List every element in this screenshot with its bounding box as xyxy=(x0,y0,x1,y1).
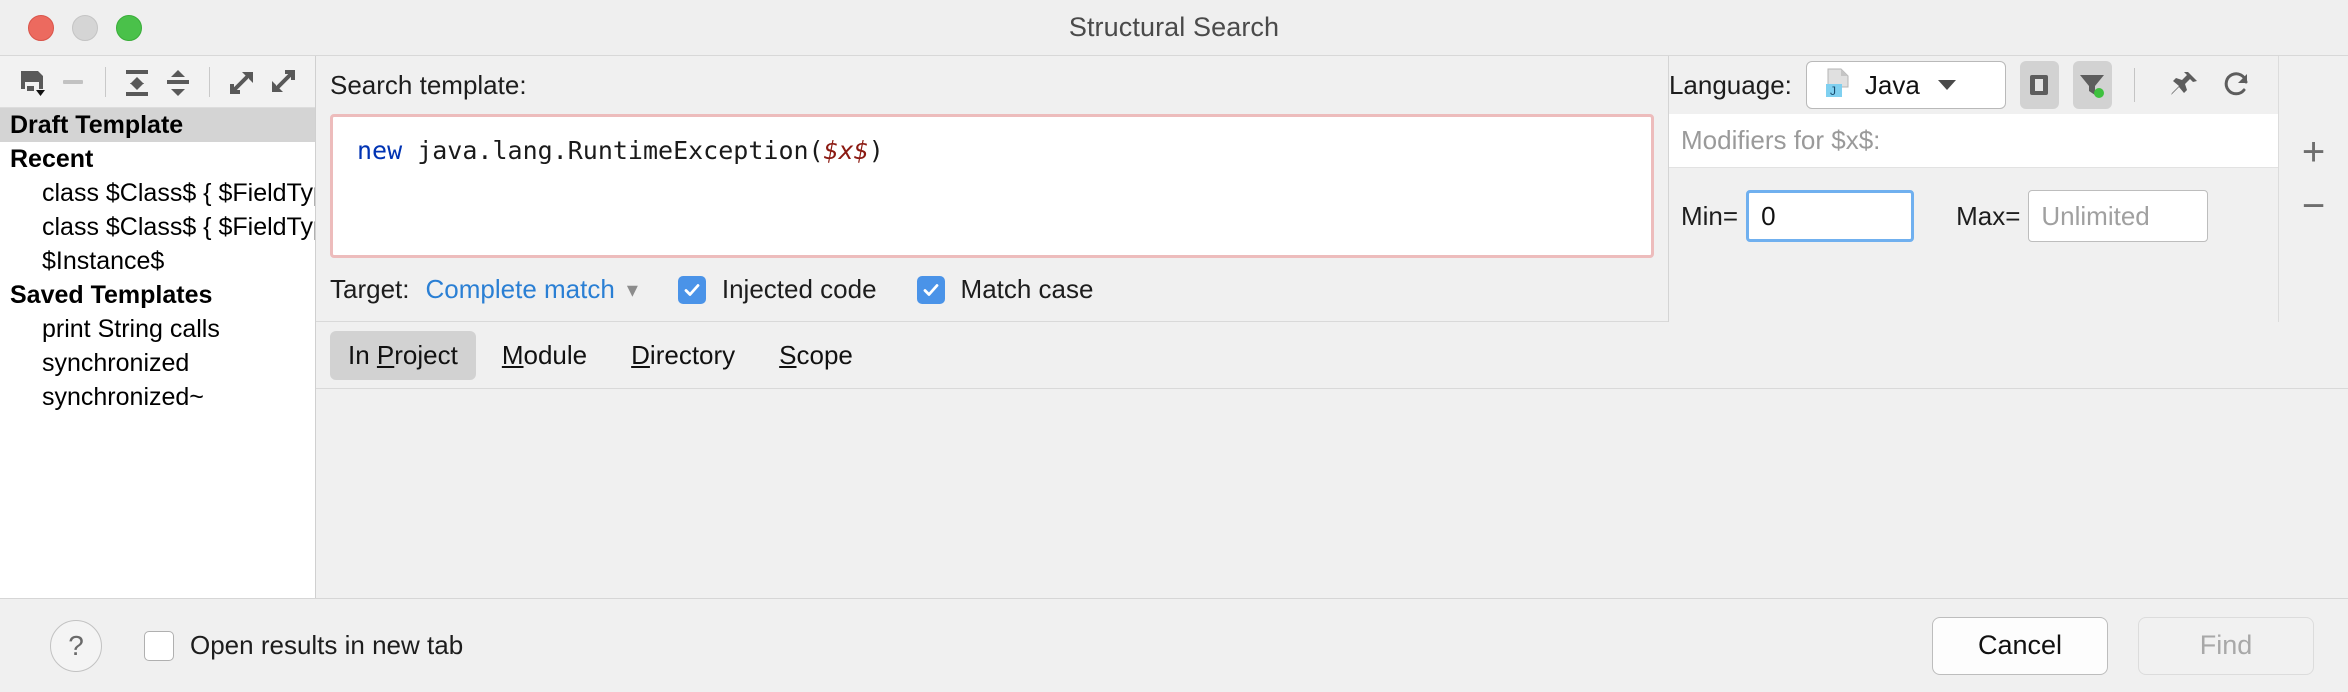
sidebar-toolbar xyxy=(0,56,315,108)
toggle-panel-icon[interactable] xyxy=(2020,61,2059,109)
sidebar-group-saved-templates[interactable]: Saved Templates xyxy=(0,278,315,312)
language-bar: Language: J Ja xyxy=(1669,56,2278,114)
code-tail: ) xyxy=(869,136,884,165)
checkbox-box[interactable] xyxy=(144,631,174,661)
toolbar-divider-2 xyxy=(209,67,210,97)
list-item[interactable]: synchronized~ xyxy=(0,380,315,414)
cancel-button[interactable]: Cancel xyxy=(1932,617,2108,675)
chevron-down-icon: ▾ xyxy=(627,279,638,301)
list-item[interactable]: $Instance$ xyxy=(0,244,315,278)
dialog-footer: ? Open results in new tab Cancel Find xyxy=(0,598,2348,692)
max-input[interactable]: Unlimited xyxy=(2028,190,2208,242)
remove-modifier-button[interactable]: − xyxy=(2288,184,2340,228)
page-title: Search template: xyxy=(330,70,527,101)
tab-module[interactable]: Module xyxy=(484,331,605,380)
collapse-all-icon[interactable] xyxy=(160,62,197,102)
refresh-icon[interactable] xyxy=(2217,61,2256,109)
dialog-body: Draft Template Recent class $Class$ { $F… xyxy=(0,56,2348,598)
tab-in-project[interactable]: In Project xyxy=(330,331,476,380)
modifiers-main: Language: J Ja xyxy=(1669,56,2278,322)
min-label: Min= xyxy=(1681,201,1738,232)
tab-directory[interactable]: Directory xyxy=(613,331,753,380)
content-filler xyxy=(316,388,2348,598)
list-item[interactable]: class $Class$ { $FieldTyp xyxy=(0,210,315,244)
code-keyword: new xyxy=(357,136,402,165)
templates-sidebar: Draft Template Recent class $Class$ { $F… xyxy=(0,56,316,598)
save-template-icon[interactable] xyxy=(14,62,51,102)
editor-container: new java.lang.RuntimeException($x$) xyxy=(316,114,1668,258)
templates-list[interactable]: Draft Template Recent class $Class$ { $F… xyxy=(0,108,315,598)
sidebar-group-draft-template[interactable]: Draft Template xyxy=(0,108,315,142)
max-label: Max= xyxy=(1956,201,2020,232)
checkbox-box[interactable] xyxy=(917,276,945,304)
target-value: Complete match xyxy=(426,274,615,305)
language-dropdown[interactable]: J Java xyxy=(1806,61,2006,109)
target-dropdown[interactable]: Complete match ▾ xyxy=(426,274,638,305)
window-title: Structural Search xyxy=(0,12,2348,43)
code-variable: $x$ xyxy=(824,136,869,165)
import-icon[interactable] xyxy=(264,62,301,102)
target-row: Target: Complete match ▾ Injected code xyxy=(316,258,1668,322)
target-label: Target: xyxy=(330,274,410,305)
code-body: java.lang.RuntimeException( xyxy=(402,136,823,165)
max-field-group: Max= Unlimited xyxy=(1956,190,2208,242)
svg-text:J: J xyxy=(1830,84,1836,98)
main-content: Search template: new java.lang.RuntimeEx… xyxy=(316,56,2348,598)
structural-search-dialog: Structural Search xyxy=(0,0,2348,692)
list-item[interactable]: class $Class$ { $FieldTyp xyxy=(0,176,315,210)
search-template-pane: Search template: new java.lang.RuntimeEx… xyxy=(316,56,1668,322)
scope-tabs: In Project Module Directory Scope xyxy=(316,322,2348,388)
language-value: Java xyxy=(1865,70,1920,101)
find-button: Find xyxy=(2138,617,2314,675)
add-modifier-button[interactable]: + xyxy=(2288,130,2340,174)
injected-code-checkbox[interactable]: Injected code xyxy=(678,274,877,305)
tab-scope[interactable]: Scope xyxy=(761,331,871,380)
title-bar: Structural Search xyxy=(0,0,2348,56)
chevron-down-icon xyxy=(1938,80,1956,90)
sidebar-group-recent[interactable]: Recent xyxy=(0,142,315,176)
search-template-editor[interactable]: new java.lang.RuntimeException($x$) xyxy=(330,114,1654,258)
toolbar-divider-3 xyxy=(2134,68,2135,102)
help-icon[interactable]: ? xyxy=(50,620,102,672)
min-input[interactable]: 0 xyxy=(1746,190,1914,242)
language-label: Language: xyxy=(1669,70,1792,101)
search-template-header: Search template: xyxy=(316,56,1668,114)
editor-and-modifiers: Search template: new java.lang.RuntimeEx… xyxy=(316,56,2348,322)
checkbox-box[interactable] xyxy=(678,276,706,304)
expand-all-icon[interactable] xyxy=(119,62,156,102)
checkbox-label: Match case xyxy=(961,274,1094,305)
remove-template-icon[interactable] xyxy=(55,62,92,102)
toolbar-divider xyxy=(105,67,106,97)
modifiers-fields: Min= 0 Max= Unlimited xyxy=(1669,168,2278,264)
checkbox-label: Open results in new tab xyxy=(190,630,463,661)
list-item[interactable]: print String calls xyxy=(0,312,315,346)
modifiers-side-buttons: + − xyxy=(2278,56,2348,322)
java-file-icon: J xyxy=(1823,67,1853,104)
modifiers-panel: Language: J Ja xyxy=(1668,56,2348,322)
checkbox-label: Injected code xyxy=(722,274,877,305)
modifiers-title: Modifiers for $x$: xyxy=(1669,114,2278,168)
pin-icon[interactable] xyxy=(2164,61,2203,109)
match-case-checkbox[interactable]: Match case xyxy=(917,274,1094,305)
filter-icon[interactable] xyxy=(2073,61,2112,109)
open-results-new-tab-checkbox[interactable]: Open results in new tab xyxy=(144,630,463,661)
code-line[interactable]: new java.lang.RuntimeException($x$) xyxy=(333,117,1651,167)
list-item[interactable]: synchronized xyxy=(0,346,315,380)
export-icon[interactable] xyxy=(223,62,260,102)
